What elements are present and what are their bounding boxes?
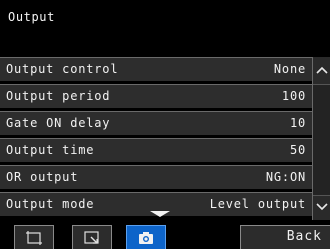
setting-row-gate-on-delay[interactable]: Gate ON delay 10 xyxy=(0,111,312,135)
back-button-label: Back xyxy=(286,229,322,244)
setting-label: OR output xyxy=(6,170,79,184)
setting-value: 100 xyxy=(281,89,306,103)
setting-row-output-period[interactable]: Output period 100 xyxy=(0,84,312,108)
frame-button[interactable] xyxy=(14,225,54,249)
back-button[interactable]: Back xyxy=(240,225,330,249)
setting-value: None xyxy=(273,62,306,76)
setting-row-or-output[interactable]: OR output NG:ON xyxy=(0,165,312,189)
settings-list: Output control None Output period 100 Ga… xyxy=(0,57,312,220)
setting-label: Output control xyxy=(6,62,119,76)
zoom-view-icon xyxy=(84,230,99,244)
page-title: Output xyxy=(8,10,55,24)
camera-button[interactable] xyxy=(126,225,166,249)
setting-value: NG:ON xyxy=(265,170,306,184)
setting-label: Output time xyxy=(6,143,95,157)
setting-label: Gate ON delay xyxy=(6,116,111,130)
setting-value: Level output xyxy=(209,197,306,211)
setting-row-output-control[interactable]: Output control None xyxy=(0,57,312,81)
setting-value: 50 xyxy=(289,143,306,157)
frame-icon xyxy=(26,230,42,245)
setting-label: Output period xyxy=(6,89,111,103)
setting-row-output-time[interactable]: Output time 50 xyxy=(0,138,312,162)
title-bar: Output xyxy=(0,0,330,57)
setting-label: Output mode xyxy=(6,197,95,211)
scrollbar-track[interactable] xyxy=(313,84,330,196)
chevron-down-icon[interactable] xyxy=(313,196,330,218)
camera-icon xyxy=(139,231,153,244)
setting-value: 10 xyxy=(289,116,306,130)
scrollbar[interactable] xyxy=(312,57,330,220)
chevron-up-icon[interactable] xyxy=(313,59,330,81)
more-below-indicator-icon xyxy=(150,211,170,217)
zoom-view-button[interactable] xyxy=(72,225,112,249)
